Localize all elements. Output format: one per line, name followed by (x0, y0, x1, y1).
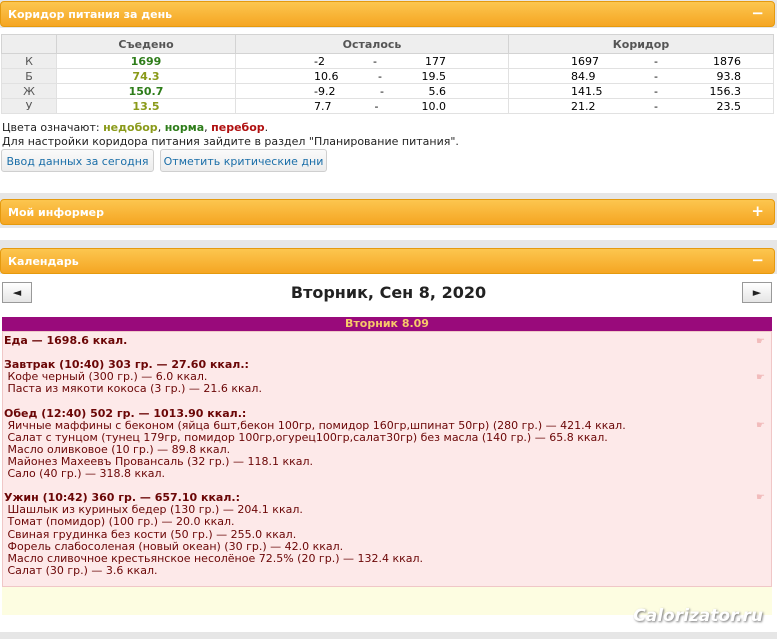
day-meal-list: Еда — 1698.6 ккал. Завтрак (10:40) 303 гр… (4, 334, 626, 577)
eaten-value: 1699 (56, 53, 236, 69)
mark-critical-days-button[interactable]: Отметить критические дни (160, 149, 327, 172)
food-item: Сало (40 гр.) — 318.8 ккал. (4, 467, 166, 481)
informer-panel-title: Мой информер (8, 206, 105, 219)
legend-norm: норма (164, 121, 205, 134)
left-cell: -9.2 - 5.6 (235, 83, 509, 99)
corridor-sep: - (654, 69, 658, 83)
corridor-min: 21.2 (571, 99, 596, 113)
legend-over: перебор (211, 121, 265, 134)
corridor-sep: - (654, 84, 658, 98)
corridor-cell: 1697 - 1876 (508, 53, 774, 69)
corridor-max: 93.8 (716, 69, 741, 83)
enter-today-button[interactable]: Ввод данных за сегодня (1, 149, 154, 172)
left-cell: -2 - 177 (235, 53, 509, 69)
food-item: Паста из мякоти кокоса (3 гр.) — 21.6 кк… (4, 382, 262, 396)
corridor-cell: 21.2 - 23.5 (508, 98, 774, 114)
legend-colors: Цвета означают: недобор, норма, перебор. (2, 121, 459, 135)
hand-icon[interactable]: ☛ (756, 420, 765, 431)
corridor-cell: 141.5 - 156.3 (508, 83, 774, 99)
legend-prefix: Цвета означают: (2, 121, 104, 134)
table-row: Б 74.3 10.6 - 19.5 84.9 - 93.8 (1, 68, 774, 84)
meal-heading: Обед (12:40) 502 гр. — 1013.90 ккал.: (4, 406, 247, 420)
corridor-min: 84.9 (571, 69, 596, 83)
left-min: -2 (314, 54, 325, 68)
hand-icon[interactable]: ☛ (756, 492, 765, 503)
left-max: 10.0 (421, 99, 446, 113)
corridor-min: 141.5 (571, 84, 603, 98)
corridor-min: 1697 (571, 54, 599, 68)
informer-panel-gap (0, 228, 777, 240)
left-max: 19.5 (421, 69, 446, 83)
corridor-max: 1876 (712, 54, 741, 68)
corridor-table: Съедено Осталось Коридор К 1699 -2 - 177 1697… (1, 34, 774, 114)
header-corridor: Коридор (508, 34, 774, 54)
legend-under: недобор (103, 121, 158, 134)
collapse-icon[interactable]: − (751, 4, 764, 22)
food-item: Форель слабосоленая (новый океан) (30 гр… (4, 539, 344, 553)
table-row: К 1699 -2 - 177 1697 - 1876 (1, 53, 774, 69)
hand-icon[interactable]: ☛ (756, 372, 765, 383)
calendar-date-title: Вторник, Сен 8, 2020 (290, 283, 487, 302)
legend-end: . (264, 121, 269, 134)
left-sep: - (374, 99, 379, 113)
food-item: Свиная грудинка без кости (50 гр.) — 255… (4, 527, 297, 541)
collapse-icon[interactable]: − (751, 251, 764, 269)
left-max: 177 (424, 54, 446, 68)
watermark: Calorizator.ru (633, 606, 763, 626)
left-cell: 10.6 - 19.5 (235, 68, 509, 84)
legend-hint: Для настройки коридора питания зайдите в… (2, 135, 459, 148)
eaten-value: 150.7 (56, 83, 236, 99)
corridor-max: 23.5 (716, 99, 741, 113)
left-cell: 7.7 - 10.0 (235, 98, 509, 114)
row-label: У (1, 98, 57, 114)
next-day-button[interactable]: ► (742, 282, 772, 303)
left-min: 7.7 (314, 99, 332, 113)
food-item: Томат (помидор) (100 гр.) — 20.0 ккал. (4, 515, 235, 529)
corridor-cell: 84.9 - 93.8 (508, 68, 774, 84)
hand-icon[interactable]: ☛ (756, 336, 765, 347)
eaten-value: 74.3 (56, 68, 236, 84)
corridor-sep: - (654, 54, 658, 68)
food-item: Масло сливочное крестьянское несолёное 7… (4, 551, 424, 565)
corridor-sep: - (654, 99, 658, 113)
left-max: 5.6 (428, 84, 446, 98)
legend: Цвета означают: недобор, норма, перебор.… (2, 121, 459, 149)
row-label: Б (1, 68, 57, 84)
table-row: У 13.5 7.7 - 10.0 21.2 - 23.5 (1, 98, 774, 114)
meal-heading: Еда — 1698.6 ккал. (4, 334, 128, 347)
left-sep: - (378, 69, 382, 83)
table-row: Ж 150.7 -9.2 - 5.6 141.5 - 156.3 (1, 83, 774, 99)
arrow-right-icon: ► (752, 286, 762, 299)
corridor-max: 156.3 (709, 84, 741, 98)
row-label: К (1, 53, 57, 69)
food-item: Яичные маффины с беконом (яйца 6шт,бекон… (4, 418, 626, 432)
food-item: Салат (30 гр.) — 3.6 ккал. (4, 563, 158, 577)
left-min: -9.2 (314, 84, 336, 98)
eaten-value: 13.5 (56, 98, 236, 114)
left-min: 10.6 (314, 69, 339, 83)
corridor-panel-title: Коридор питания за день (8, 8, 173, 21)
table-header-row: Съедено Осталось Коридор (1, 34, 774, 54)
informer-panel-header[interactable]: Мой информер + (0, 199, 775, 225)
corridor-panel-header[interactable]: Коридор питания за день − (0, 1, 775, 27)
left-sep: - (379, 84, 384, 98)
row-label: Ж (1, 83, 57, 99)
legend-sep: , (157, 121, 165, 134)
header-left: Осталось (235, 34, 509, 54)
header-eaten: Съедено (56, 34, 236, 54)
corner-cell (1, 34, 57, 54)
calendar-panel-header[interactable]: Календарь − (0, 248, 775, 274)
food-item (4, 395, 626, 407)
left-sep: - (372, 54, 377, 68)
calendar-panel-title: Календарь (8, 255, 79, 268)
day-label-bar: Вторник 8.09 (2, 317, 772, 331)
expand-icon[interactable]: + (751, 202, 764, 220)
